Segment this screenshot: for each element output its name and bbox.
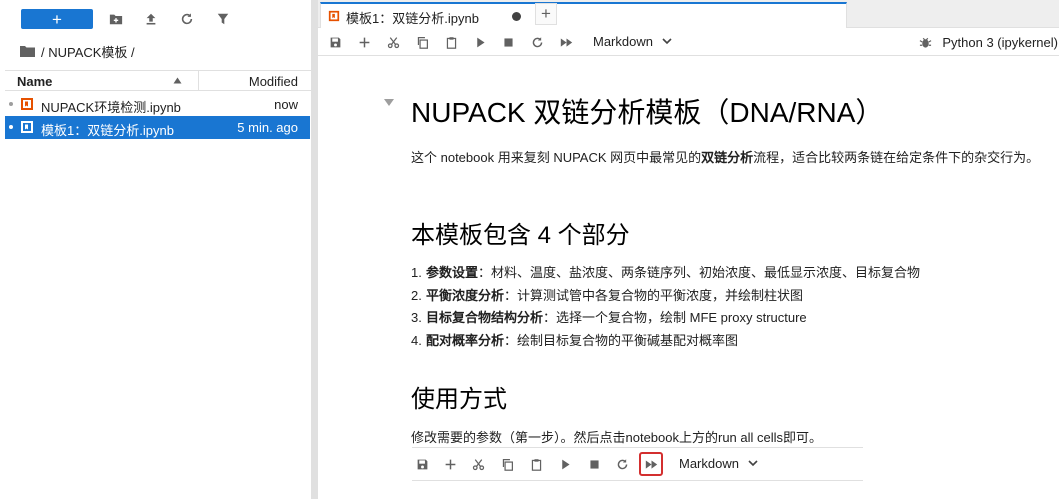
embedded-toolbar-screenshot: Markdown bbox=[412, 447, 863, 481]
notebook-icon bbox=[21, 98, 33, 110]
cell-type-value: Markdown bbox=[593, 34, 653, 49]
file-name: NUPACK环境检测.ipynb bbox=[41, 100, 181, 115]
tab-notebook[interactable]: 模板1：双链分析.ipynb bbox=[320, 2, 847, 28]
breadcrumb[interactable]: / NUPACK模板 / bbox=[20, 42, 135, 60]
running-indicator bbox=[9, 102, 13, 106]
cell-type-select: Markdown bbox=[679, 456, 758, 471]
breadcrumb-path[interactable]: / NUPACK模板 / bbox=[41, 42, 135, 61]
tab-label: 模板1：双链分析.ipynb bbox=[346, 11, 479, 26]
filter-icon[interactable] bbox=[214, 10, 232, 28]
section-heading-usage: 使用方式 bbox=[411, 386, 507, 413]
upload-icon[interactable] bbox=[142, 10, 160, 28]
collapse-heading-icon[interactable] bbox=[384, 99, 394, 106]
run-icon bbox=[557, 456, 573, 472]
chevron-down-icon bbox=[662, 38, 672, 45]
stop-icon[interactable] bbox=[500, 34, 516, 50]
file-name: 模板1：双链分析.ipynb bbox=[41, 123, 174, 138]
notebook-toolbar: Markdown Python 3 (ipykernel) bbox=[318, 29, 1059, 56]
insert-cell-icon bbox=[442, 456, 458, 472]
bug-icon[interactable] bbox=[919, 36, 932, 49]
kernel-status[interactable]: Python 3 (ipykernel) bbox=[919, 35, 1058, 50]
notebook-panel: 模板1：双链分析.ipynb + Markdown Python 3 (ipyk… bbox=[318, 0, 1059, 499]
notebook-icon bbox=[21, 121, 33, 133]
cut-icon bbox=[470, 456, 486, 472]
paste-icon bbox=[528, 456, 544, 472]
refresh-icon[interactable] bbox=[178, 10, 196, 28]
paste-icon[interactable] bbox=[443, 34, 459, 50]
file-row-selected[interactable]: 模板1：双链分析.ipynb 5 min. ago bbox=[5, 116, 310, 139]
section-heading-parts: 本模板包含 4 个部分 bbox=[411, 222, 630, 249]
insert-cell-icon[interactable] bbox=[356, 34, 372, 50]
list-item: 1. 参数设置：材料、温度、盐浓度、两条链序列、初始浓度、最低显示浓度、目标复合物 bbox=[411, 262, 1051, 285]
folder-icon bbox=[20, 46, 35, 57]
run-all-highlight-box bbox=[639, 452, 663, 476]
stop-icon bbox=[586, 456, 602, 472]
kernel-name[interactable]: Python 3 (ipykernel) bbox=[942, 35, 1058, 50]
tab-bar: 模板1：双链分析.ipynb + bbox=[318, 0, 1059, 28]
cell-type-select[interactable]: Markdown bbox=[593, 34, 672, 49]
intro-paragraph: 这个 notebook 用来复刻 NUPACK 网页中最常见的双链分析流程，适合… bbox=[411, 147, 1041, 168]
list-number: 2. bbox=[411, 287, 422, 303]
intro-text-start: 这个 notebook 用来复刻 NUPACK 网页中最常见的 bbox=[411, 150, 702, 165]
list-item: 4. 配对概率分析：绘制目标复合物的平衡碱基配对概率图 bbox=[411, 330, 1051, 353]
jupyterlab-window: + / NUPACK模板 / Name Modified NUPACK环境检测.… bbox=[0, 0, 1059, 499]
sort-ascending-icon[interactable] bbox=[173, 76, 182, 85]
add-tab-button[interactable]: + bbox=[535, 3, 557, 25]
file-modified: now bbox=[274, 97, 298, 112]
list-item-title: 平衡浓度分析 bbox=[426, 287, 505, 303]
new-folder-icon[interactable] bbox=[107, 10, 125, 28]
panel-splitter[interactable] bbox=[311, 0, 318, 499]
cell-type-value: Markdown bbox=[679, 456, 739, 471]
parts-list: 1. 参数设置：材料、温度、盐浓度、两条链序列、初始浓度、最低显示浓度、目标复合物… bbox=[411, 262, 1051, 352]
notebook-icon bbox=[328, 10, 340, 22]
file-modified: 5 min. ago bbox=[237, 120, 298, 135]
unsaved-indicator-icon[interactable] bbox=[512, 12, 521, 21]
list-item: 2. 平衡浓度分析：计算测试管中各复合物的平衡浓度，并绘制柱状图 bbox=[411, 285, 1051, 308]
restart-icon[interactable] bbox=[529, 34, 545, 50]
save-icon[interactable] bbox=[327, 34, 343, 50]
copy-icon[interactable] bbox=[414, 34, 430, 50]
list-item-title: 目标复合物结构分析 bbox=[426, 310, 544, 325]
column-modified[interactable]: Modified bbox=[249, 74, 298, 89]
file-browser-toolbar: + bbox=[0, 0, 311, 38]
list-item-text: ：材料、温度、盐浓度、两条链序列、初始浓度、最低显示浓度、目标复合物 bbox=[478, 265, 921, 280]
notebook-content: NUPACK 双链分析模板（DNA/RNA） 这个 notebook 用来复刻 … bbox=[318, 57, 1059, 499]
intro-bold-term: 双链分析 bbox=[701, 150, 754, 165]
usage-paragraph: 修改需要的参数（第一步）。然后点击notebook上方的run all cell… bbox=[411, 430, 823, 445]
notebook-heading-1: NUPACK 双链分析模板（DNA/RNA） bbox=[411, 97, 884, 128]
cut-icon[interactable] bbox=[385, 34, 401, 50]
list-number: 1. bbox=[411, 265, 422, 280]
copy-icon bbox=[499, 456, 515, 472]
file-browser-panel: + / NUPACK模板 / Name Modified NUPACK环境检测.… bbox=[0, 0, 311, 499]
run-icon[interactable] bbox=[472, 34, 488, 50]
list-item-title: 参数设置 bbox=[426, 265, 479, 280]
restart-icon bbox=[614, 456, 630, 472]
list-number: 3. bbox=[411, 310, 422, 325]
run-all-icon[interactable] bbox=[558, 34, 574, 50]
column-name[interactable]: Name bbox=[17, 74, 52, 89]
save-icon bbox=[414, 456, 430, 472]
column-divider[interactable] bbox=[198, 71, 199, 90]
list-item-text: ：选择一个复合物，绘制 MFE proxy structure bbox=[543, 310, 807, 325]
list-item-text: ：计算测试管中各复合物的平衡浓度，并绘制柱状图 bbox=[504, 287, 804, 303]
list-item-text: ：绘制目标复合物的平衡碱基配对概率图 bbox=[504, 332, 739, 348]
file-list-header: Name Modified bbox=[5, 70, 311, 91]
running-indicator bbox=[9, 125, 13, 129]
list-number: 4. bbox=[411, 332, 422, 348]
list-item: 3. 目标复合物结构分析：选择一个复合物，绘制 MFE proxy structu… bbox=[411, 307, 1051, 330]
new-launcher-button[interactable]: + bbox=[21, 9, 93, 29]
chevron-down-icon bbox=[748, 460, 758, 467]
list-item-title: 配对概率分析 bbox=[426, 332, 505, 348]
file-row[interactable]: NUPACK环境检测.ipynb now bbox=[5, 93, 310, 116]
intro-text-end: 流程，适合比较两条链在给定条件下的杂交行为。 bbox=[753, 150, 1040, 165]
